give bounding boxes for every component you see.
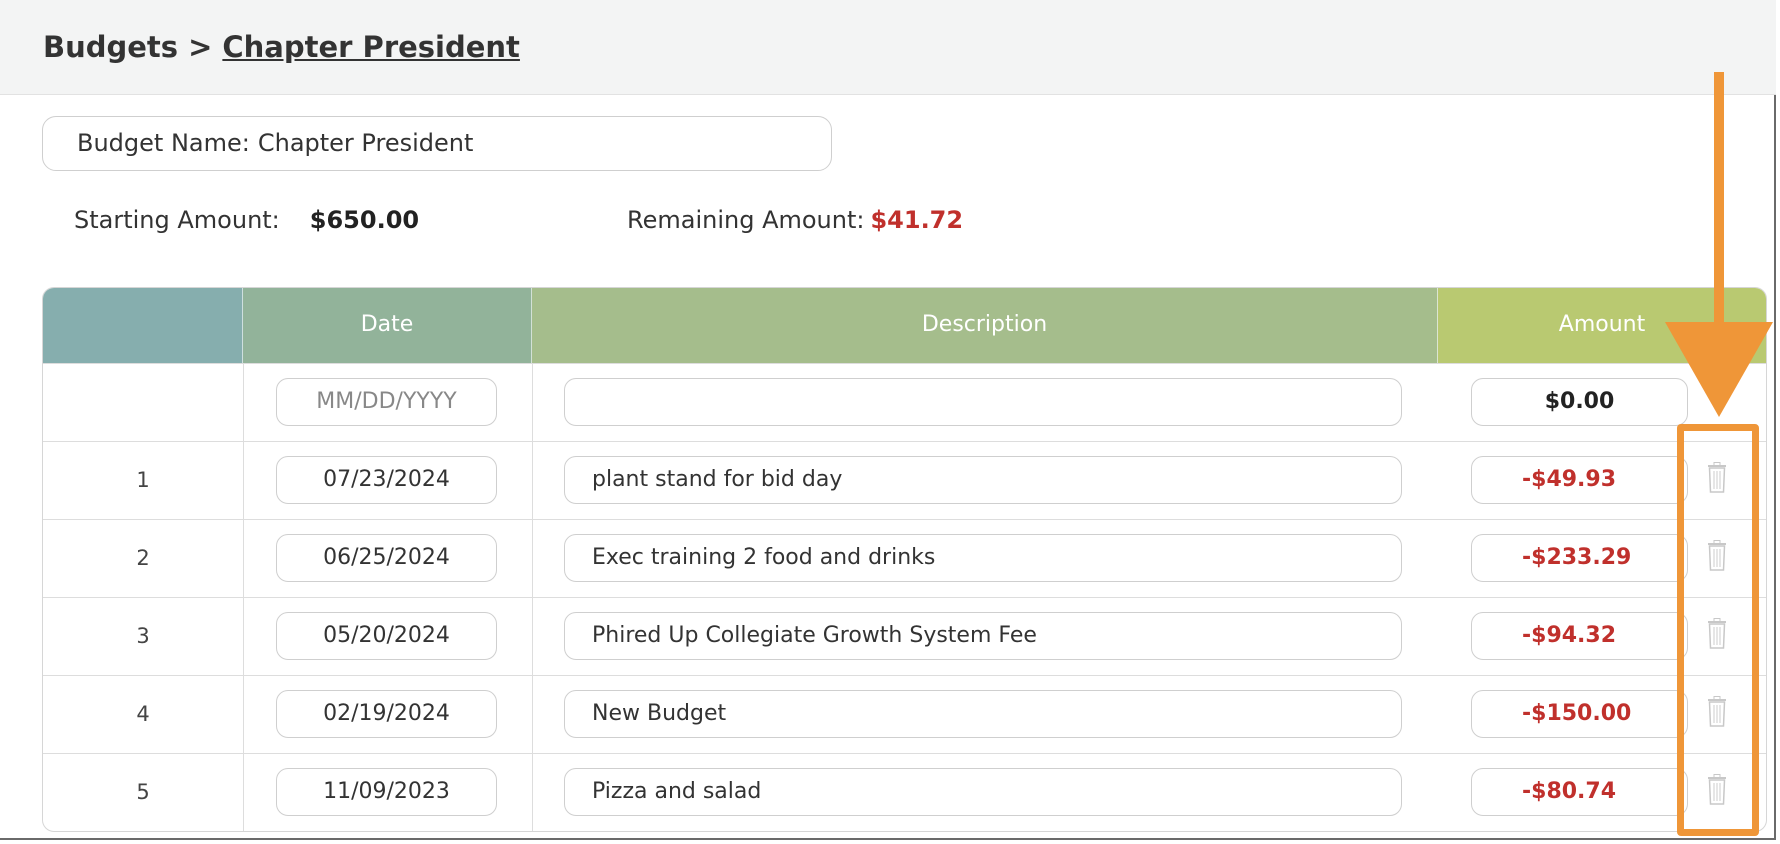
starting-amount: Starting Amount: $650.00 xyxy=(74,206,419,234)
date-input[interactable]: 11/09/2023 xyxy=(276,768,497,816)
starting-amount-label: Starting Amount: xyxy=(74,206,280,234)
description-input[interactable]: plant stand for bid day xyxy=(564,456,1402,504)
table-row: 3 05/20/2024 Phired Up Collegiate Growth… xyxy=(43,597,1766,675)
description-input[interactable]: Exec training 2 food and drinks xyxy=(564,534,1402,582)
row-number: 4 xyxy=(136,702,150,726)
amount-input[interactable]: -$49.93 xyxy=(1471,456,1688,504)
table-row: 2 06/25/2024 Exec training 2 food and dr… xyxy=(43,519,1766,597)
budget-name-label: Budget Name: xyxy=(77,129,250,157)
table-row: 5 11/09/2023 Pizza and salad -$80.74 xyxy=(43,753,1766,831)
amount-input[interactable]: -$80.74 xyxy=(1471,768,1688,816)
remaining-amount-value: $41.72 xyxy=(870,206,964,234)
date-input[interactable]: 06/25/2024 xyxy=(276,534,497,582)
header-description: Description xyxy=(532,288,1438,363)
description-input[interactable]: Pizza and salad xyxy=(564,768,1402,816)
table-header: Date Description Amount xyxy=(43,288,1766,363)
budget-items-table: Date Description Amount MM/DD/YYYY $0.00… xyxy=(42,287,1767,832)
amount-input[interactable]: -$233.29 xyxy=(1471,534,1688,582)
new-entry-row: MM/DD/YYYY $0.00 xyxy=(43,363,1766,441)
row-number: 3 xyxy=(136,624,150,648)
breadcrumb-root[interactable]: Budgets xyxy=(43,30,178,64)
budget-name-value: Chapter President xyxy=(257,129,474,157)
down-arrow-icon xyxy=(1665,72,1773,417)
budget-name-field[interactable]: Budget Name: Chapter President xyxy=(42,116,832,171)
row-number: 5 xyxy=(136,780,150,804)
new-description-input[interactable] xyxy=(564,378,1402,426)
header-date: Date xyxy=(243,288,532,363)
amount-input[interactable]: -$94.32 xyxy=(1471,612,1688,660)
description-input[interactable]: Phired Up Collegiate Growth System Fee xyxy=(564,612,1402,660)
highlight-box xyxy=(1677,424,1759,836)
header-number xyxy=(43,288,243,363)
starting-amount-value: $650.00 xyxy=(309,206,420,234)
remaining-amount: Remaining Amount: $41.72 xyxy=(627,206,963,234)
breadcrumb-separator: > xyxy=(188,30,213,64)
amount-input[interactable]: -$150.00 xyxy=(1471,690,1688,738)
header-bar: Budgets > Chapter President xyxy=(0,0,1776,95)
table-row: 4 02/19/2024 New Budget -$150.00 xyxy=(43,675,1766,753)
date-input[interactable]: 05/20/2024 xyxy=(276,612,497,660)
new-amount-input[interactable]: $0.00 xyxy=(1471,378,1688,426)
breadcrumb: Budgets > Chapter President xyxy=(43,30,520,64)
table-row: 1 07/23/2024 plant stand for bid day -$4… xyxy=(43,441,1766,519)
new-date-input[interactable]: MM/DD/YYYY xyxy=(276,378,497,426)
date-input[interactable]: 02/19/2024 xyxy=(276,690,497,738)
budget-detail-window: Budgets > Chapter President Budget Name: Ch… xyxy=(0,0,1776,840)
row-number: 1 xyxy=(136,468,150,492)
date-input[interactable]: 07/23/2024 xyxy=(276,456,497,504)
row-number: 2 xyxy=(136,546,150,570)
breadcrumb-current-link[interactable]: Chapter President xyxy=(222,30,520,64)
description-input[interactable]: New Budget xyxy=(564,690,1402,738)
remaining-amount-label: Remaining Amount: xyxy=(627,206,865,234)
